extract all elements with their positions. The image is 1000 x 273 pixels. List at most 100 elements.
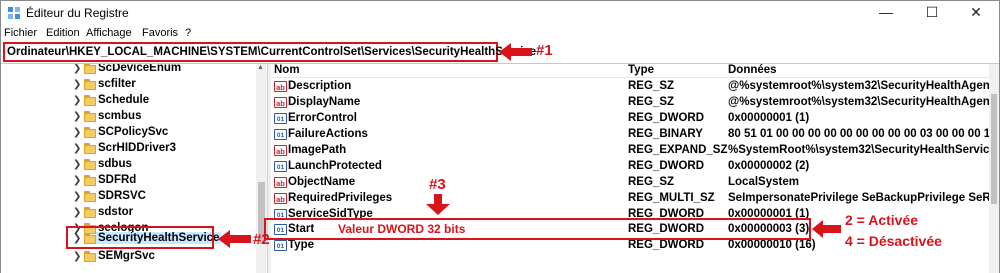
chevron-right-icon[interactable]: ❯ bbox=[73, 207, 81, 218]
annotation-active-note: 2 = Activée bbox=[845, 212, 919, 228]
string-value-icon: ab bbox=[274, 145, 287, 156]
tree-item-label: SDRSVC bbox=[98, 190, 146, 202]
value-name: RequiredPrivileges bbox=[288, 192, 393, 204]
menu-help[interactable]: ? bbox=[185, 27, 191, 39]
tree-item[interactable]: ❯ SDFRd bbox=[1, 173, 256, 189]
tree-item[interactable]: ❯ ScrHIDDriver3 bbox=[1, 141, 256, 157]
chevron-right-icon[interactable]: ❯ bbox=[73, 143, 81, 154]
value-type: REG_BINARY bbox=[628, 128, 703, 140]
chevron-right-icon[interactable]: ❯ bbox=[73, 191, 81, 202]
value-name: ErrorControl bbox=[288, 112, 357, 124]
tree-item-label: SDFRd bbox=[98, 174, 137, 186]
string-value-icon: ab bbox=[274, 177, 287, 188]
value-type: REG_DWORD bbox=[628, 160, 705, 172]
column-name-header[interactable]: Nom bbox=[274, 64, 300, 76]
column-header-row: Nom Type Données bbox=[271, 64, 989, 78]
value-type: REG_DWORD bbox=[628, 112, 705, 124]
binary-value-icon: 01 bbox=[274, 113, 287, 124]
tree-item[interactable]: ❯ SEMgrSvc bbox=[1, 249, 256, 265]
menu-view[interactable]: Affichage bbox=[86, 27, 132, 39]
value-row[interactable]: ab ObjectName REG_SZ LocalSystem bbox=[271, 175, 989, 191]
column-type-header[interactable]: Type bbox=[628, 64, 654, 76]
annotation-marker-3: #3 bbox=[429, 176, 446, 193]
value-row[interactable]: 01 FailureActions REG_BINARY 80 51 01 00… bbox=[271, 127, 989, 143]
value-row[interactable]: 01 LaunchProtected REG_DWORD 0x00000002 … bbox=[271, 159, 989, 175]
values-scrollbar[interactable] bbox=[989, 64, 999, 273]
value-name: FailureActions bbox=[288, 128, 368, 140]
value-data: %SystemRoot%\system32\SecurityHealthServ… bbox=[728, 144, 989, 156]
tree-item-label: ScDeviceEnum bbox=[98, 64, 182, 74]
value-name: ObjectName bbox=[288, 176, 356, 188]
value-data: LocalSystem bbox=[728, 176, 799, 188]
value-type: REG_SZ bbox=[628, 96, 675, 108]
tree-item[interactable]: ❯ ScDeviceEnum bbox=[1, 64, 256, 77]
value-type: REG_EXPAND_SZ bbox=[628, 144, 728, 156]
scroll-up-icon[interactable]: ▲ bbox=[257, 64, 264, 71]
folder-icon bbox=[84, 111, 96, 122]
arrow-left-icon bbox=[218, 230, 251, 248]
maximize-button[interactable]: ☐ bbox=[909, 1, 955, 25]
value-row[interactable]: ab RequiredPrivileges REG_MULTI_SZ SeImp… bbox=[271, 191, 989, 207]
tree-item-label: ScrHIDDriver3 bbox=[98, 142, 176, 154]
tree-item[interactable]: ❯ scmbus bbox=[1, 109, 256, 125]
annotation-dword-note: Valeur DWORD 32 bits bbox=[338, 222, 466, 236]
tree-item-label: SEMgrSvc bbox=[98, 250, 155, 262]
column-data-header[interactable]: Données bbox=[728, 64, 777, 76]
value-data: 0x00000010 (16) bbox=[728, 239, 816, 251]
tree-item[interactable]: ❯ SCPolicySvc bbox=[1, 125, 256, 141]
value-name: LaunchProtected bbox=[288, 160, 382, 172]
value-row[interactable]: ab Description REG_SZ @%systemroot%\syst… bbox=[271, 79, 989, 95]
folder-icon bbox=[84, 159, 96, 170]
window-title: Éditeur du Registre bbox=[26, 6, 129, 20]
menu-favorites[interactable]: Favoris bbox=[142, 27, 178, 39]
tree-item-label: sdbus bbox=[98, 158, 132, 170]
value-name: ImagePath bbox=[288, 144, 347, 156]
scrollbar-thumb[interactable] bbox=[991, 94, 997, 204]
annotation-disabled-note: 4 = Désactivée bbox=[845, 233, 942, 249]
chevron-right-icon[interactable]: ❯ bbox=[73, 95, 81, 106]
title-bar: Éditeur du Registre — ☐ ✕ bbox=[1, 1, 999, 25]
chevron-right-icon[interactable]: ❯ bbox=[73, 111, 81, 122]
value-type: REG_SZ bbox=[628, 176, 675, 188]
tree-item[interactable]: ❯ sdbus bbox=[1, 157, 256, 173]
string-value-icon: ab bbox=[274, 193, 287, 204]
annotation-highlight-key bbox=[66, 226, 214, 249]
close-button[interactable]: ✕ bbox=[953, 1, 999, 25]
folder-icon bbox=[84, 127, 96, 138]
chevron-right-icon[interactable]: ❯ bbox=[73, 251, 81, 262]
tree-item[interactable]: ❯ Schedule bbox=[1, 93, 256, 109]
chevron-right-icon[interactable]: ❯ bbox=[73, 127, 81, 138]
value-data: 80 51 01 00 00 00 00 00 00 00 00 00 03 0… bbox=[728, 128, 989, 140]
value-row[interactable]: 01 ErrorControl REG_DWORD 0x00000001 (1) bbox=[271, 111, 989, 127]
value-name: DisplayName bbox=[288, 96, 361, 108]
string-value-icon: ab bbox=[274, 81, 287, 92]
chevron-right-icon[interactable]: ❯ bbox=[73, 79, 81, 90]
string-value-icon: ab bbox=[274, 97, 287, 108]
tree-item[interactable]: ❯ sdstor bbox=[1, 205, 256, 221]
tree-item-label: scfilter bbox=[98, 78, 136, 90]
tree-item[interactable]: ❯ SDRSVC bbox=[1, 189, 256, 205]
folder-icon bbox=[84, 207, 96, 218]
folder-icon bbox=[84, 95, 96, 106]
folder-icon bbox=[84, 64, 96, 74]
value-name: Type bbox=[288, 239, 314, 251]
value-name: Description bbox=[288, 80, 352, 92]
address-bar[interactable]: Ordinateur\HKEY_LOCAL_MACHINE\SYSTEM\Cur… bbox=[3, 42, 536, 62]
minimize-button[interactable]: — bbox=[863, 1, 909, 25]
menu-edit[interactable]: Edition bbox=[46, 27, 80, 39]
tree-item[interactable]: ❯ scfilter bbox=[1, 77, 256, 93]
chevron-right-icon[interactable]: ❯ bbox=[73, 64, 81, 74]
value-row[interactable]: ab DisplayName REG_SZ @%systemroot%\syst… bbox=[271, 95, 989, 111]
arrow-left-icon bbox=[499, 43, 532, 61]
value-data: 0x00000002 (2) bbox=[728, 160, 810, 172]
chevron-right-icon[interactable]: ❯ bbox=[73, 175, 81, 186]
value-row[interactable]: ab ImagePath REG_EXPAND_SZ %SystemRoot%\… bbox=[271, 143, 989, 159]
menu-file[interactable]: Fichier bbox=[4, 27, 37, 39]
binary-value-icon: 01 bbox=[274, 129, 287, 140]
registry-editor-icon bbox=[8, 7, 20, 19]
arrow-down-icon bbox=[426, 194, 450, 215]
value-data: 0x00000001 (1) bbox=[728, 112, 810, 124]
annotation-marker-1: #1 bbox=[536, 42, 553, 59]
value-data: SeImpersonatePrivilege SeBackupPrivilege… bbox=[728, 192, 989, 204]
chevron-right-icon[interactable]: ❯ bbox=[73, 159, 81, 170]
